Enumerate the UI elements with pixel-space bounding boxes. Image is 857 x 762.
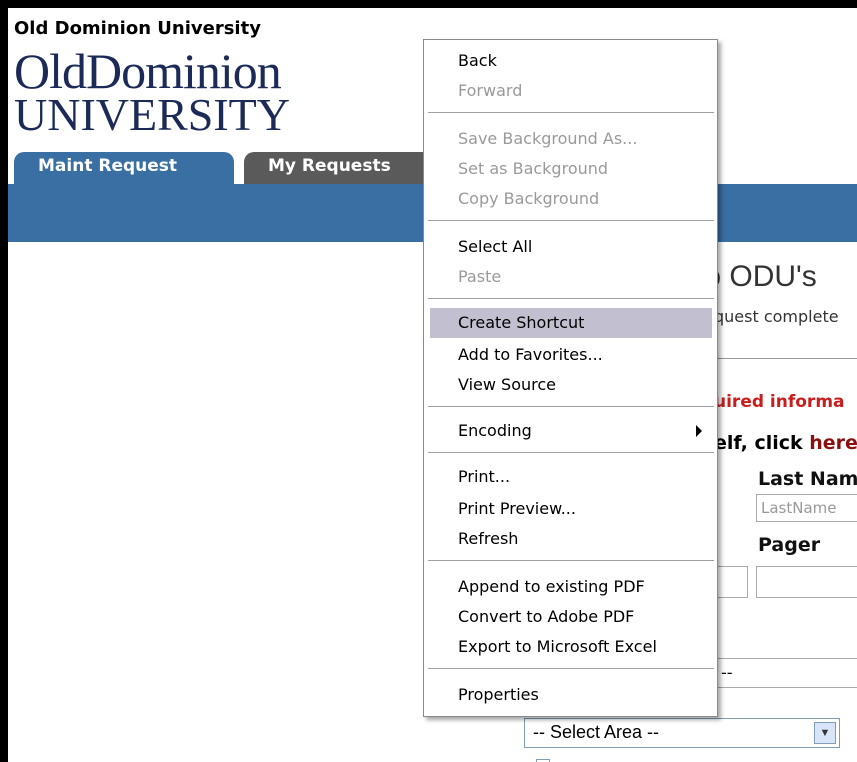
menu-item-create-shortcut[interactable]: Create Shortcut xyxy=(430,308,712,338)
menu-item-save-background-as: Save Background As... xyxy=(458,129,638,148)
self-click-label: elf, click xyxy=(714,432,810,454)
menu-item-encoding-label: Encoding xyxy=(458,421,532,440)
menu-item-set-as-background: Set as Background xyxy=(458,159,609,178)
required-info-text: uired informa xyxy=(714,392,845,412)
menu-item-convert-to-adobe-pdf[interactable]: Convert to Adobe PDF xyxy=(430,602,712,632)
menu-separator xyxy=(428,112,714,114)
menu-item-properties[interactable]: Properties xyxy=(430,680,712,710)
university-name: Old Dominion University xyxy=(14,18,261,39)
menu-item-add-to-favorites[interactable]: Add to Favorites... xyxy=(430,340,712,370)
area-select-value: -- Select Area -- xyxy=(533,722,660,742)
menu-item-paste: Paste xyxy=(458,267,502,286)
menu-separator xyxy=(428,298,714,300)
university-logo[interactable]: OldDominion UNIVERSITY xyxy=(14,46,290,138)
intro-text: quest complete xyxy=(714,307,839,326)
area-select[interactable]: -- Select Area -- ▼ xyxy=(524,718,840,748)
submenu-arrow-icon xyxy=(696,425,702,437)
menu-item-view-source[interactable]: View Source xyxy=(430,370,712,400)
self-click-text: elf, click here xyxy=(714,432,857,454)
last-name-label: Last Nam xyxy=(758,468,857,490)
menu-item-copy-background: Copy Background xyxy=(458,189,600,208)
menu-item-select-all[interactable]: Select All xyxy=(430,232,712,262)
menu-separator xyxy=(428,452,714,454)
menu-item-forward: Forward xyxy=(458,81,523,100)
menu-item-encoding[interactable]: Encoding xyxy=(430,416,712,446)
menu-separator xyxy=(428,220,714,222)
here-link[interactable]: here xyxy=(809,432,857,454)
menu-separator xyxy=(428,668,714,670)
menu-separator xyxy=(428,560,714,562)
tab-maint-request[interactable]: Maint Request xyxy=(14,152,234,184)
menu-item-back[interactable]: Back xyxy=(430,46,712,76)
menu-item-export-to-microsoft-excel[interactable]: Export to Microsoft Excel xyxy=(430,632,712,662)
menu-item-print-preview[interactable]: Print Preview... xyxy=(430,494,712,524)
menu-item-refresh[interactable]: Refresh xyxy=(430,524,712,554)
tab-bar: Maint Request My Requests xyxy=(14,150,434,184)
divider xyxy=(714,358,857,359)
building-select[interactable]: -- xyxy=(714,658,857,688)
menu-item-append-to-existing-pdf[interactable]: Append to existing PDF xyxy=(430,572,712,602)
menu-item-print[interactable]: Print... xyxy=(430,462,712,492)
browser-page: Old Dominion University OldDominion UNIV… xyxy=(0,0,857,762)
last-name-input[interactable]: LastName xyxy=(756,494,857,522)
phone-ext-input[interactable] xyxy=(714,566,748,598)
pager-label: Pager xyxy=(758,534,821,556)
chevron-down-icon[interactable]: ▼ xyxy=(814,722,836,744)
menu-separator xyxy=(428,406,714,408)
context-menu: Back Forward Save Background As... Set a… xyxy=(423,39,718,717)
pager-input[interactable] xyxy=(756,566,857,598)
logo-line-2: UNIVERSITY xyxy=(14,89,290,140)
tab-my-requests[interactable]: My Requests xyxy=(244,152,434,184)
